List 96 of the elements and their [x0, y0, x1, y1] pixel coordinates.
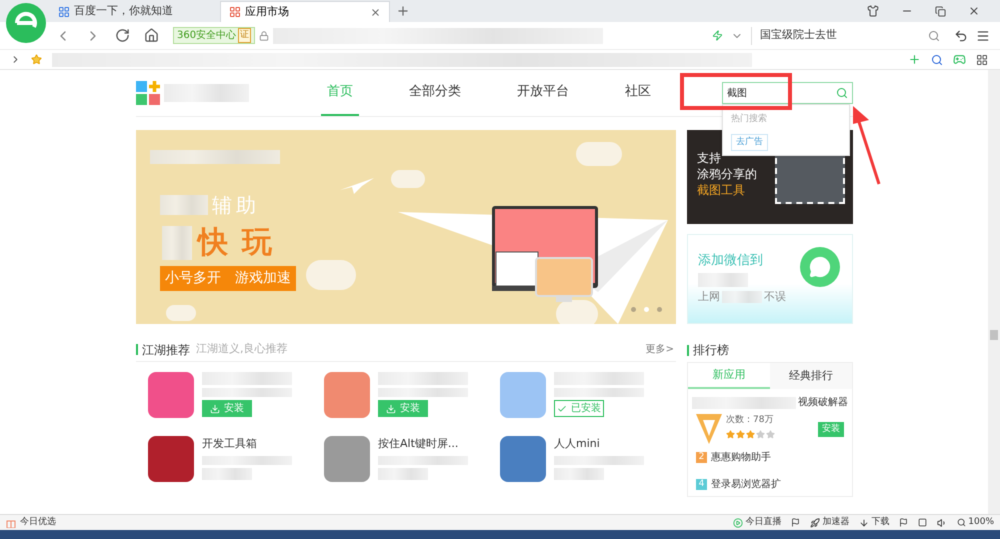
chat-bubble-icon — [809, 256, 831, 278]
search-icon[interactable] — [931, 54, 943, 66]
hot-search-text[interactable]: 国宝级院士去世 — [760, 27, 920, 44]
section-title: 排行榜 — [693, 342, 729, 359]
play-icon — [733, 518, 744, 528]
download-icon — [386, 404, 396, 414]
badge-label: 360安全中心 — [177, 28, 236, 43]
cloud-shape — [306, 260, 356, 290]
blurred-area — [160, 195, 208, 215]
scrollbar-thumb[interactable] — [990, 330, 998, 340]
more-link[interactable]: 更多> — [646, 342, 674, 357]
status-item[interactable]: 加速器 — [810, 516, 850, 530]
tab-favicon-icon — [58, 6, 70, 18]
skin-icon[interactable] — [867, 5, 879, 17]
menu-icon[interactable] — [976, 28, 990, 42]
nav-tab[interactable]: 社区 — [619, 70, 657, 116]
cloud-shape — [556, 300, 598, 324]
app-name[interactable]: 视频破解器 — [798, 395, 848, 410]
apps-grid-icon[interactable] — [976, 54, 988, 66]
volume-icon[interactable] — [937, 518, 948, 528]
banner-subtitle: 辅助 — [212, 192, 260, 219]
ranking-tab[interactable]: 经典排行 — [770, 363, 852, 389]
status-item[interactable]: 下载 — [859, 516, 890, 530]
download-arrow-icon — [859, 518, 870, 528]
ad-text: 上网 — [698, 288, 720, 304]
search-field[interactable]: 截图 — [722, 82, 853, 104]
download-count: 次数：78万 — [726, 414, 774, 427]
close-icon[interactable] — [968, 5, 980, 17]
tag-text: 游戏加速 — [235, 269, 291, 288]
blurred-area — [554, 468, 604, 480]
dropdown-title: 热门搜索 — [731, 113, 768, 126]
check-icon — [557, 404, 567, 414]
cloud-shape — [166, 305, 196, 321]
app-name[interactable]: 按住Alt键时屏... — [378, 436, 488, 452]
app-icon[interactable] — [148, 436, 194, 482]
cloud-shape — [391, 170, 425, 188]
airplane-icon — [340, 176, 374, 194]
ad-text: 添加微信到 — [698, 252, 764, 270]
reload-icon[interactable] — [115, 28, 130, 43]
restore-icon[interactable] — [935, 6, 946, 16]
section-subtitle: 江湖道义,良心推荐 — [196, 341, 288, 358]
blurred-area — [698, 272, 748, 286]
window-icon[interactable] — [918, 518, 928, 527]
favorites-star-icon[interactable] — [31, 54, 42, 65]
blurred-area — [202, 468, 252, 480]
close-icon[interactable] — [370, 6, 381, 18]
download-icon — [210, 404, 220, 414]
nav-tab[interactable]: 全部分类 — [403, 70, 467, 116]
lock-icon — [259, 30, 270, 40]
search-value: 截图 — [727, 86, 748, 100]
search-icon[interactable] — [928, 30, 940, 42]
tag-text: 小号多开 — [165, 269, 221, 288]
blurred-area — [722, 290, 762, 303]
rank-number: 4 — [696, 479, 707, 490]
flag-icon[interactable] — [791, 518, 800, 527]
status-item[interactable]: 今日直播 — [733, 516, 782, 530]
app-store-logo-icon — [136, 81, 160, 105]
ad-text: 涂鸦分享的 — [697, 166, 758, 182]
cloud-shape — [576, 142, 622, 166]
home-icon[interactable] — [144, 28, 159, 43]
ad-highlight-text: 截图工具 — [697, 182, 746, 198]
app-icon[interactable] — [500, 436, 546, 482]
app-name[interactable]: 惠惠购物助手 — [711, 450, 771, 465]
app-name[interactable]: 人人mini — [554, 436, 664, 452]
zoom-level[interactable]: 100% — [957, 516, 994, 530]
blurred-area — [378, 468, 428, 480]
section-title: 江湖推荐 — [142, 342, 190, 358]
gift-icon — [6, 518, 16, 528]
app-icon[interactable] — [324, 436, 370, 482]
tab-favicon-icon — [229, 6, 241, 18]
search-icon[interactable] — [836, 87, 848, 99]
app-icon[interactable] — [148, 372, 194, 418]
banner-headline: 快玩 — [198, 224, 286, 262]
scrollbar[interactable] — [988, 70, 1000, 514]
flag-icon[interactable] — [899, 518, 908, 527]
blurred-area — [162, 226, 192, 260]
tab-title: 应用市场 — [245, 4, 290, 20]
app-name[interactable]: 开发工具箱 — [202, 436, 312, 452]
undo-icon[interactable] — [954, 28, 968, 42]
tab-title: 百度一下，你就知道 — [74, 3, 174, 20]
lightning-icon[interactable] — [712, 30, 723, 41]
ad-text: 不误 — [764, 288, 786, 304]
ad-text: 支持 — [697, 150, 722, 166]
new-tab-icon[interactable] — [396, 4, 410, 18]
zoom-icon — [957, 518, 966, 527]
app-shield-icon — [696, 414, 722, 444]
rank-number: 2 — [696, 452, 707, 463]
add-extension-icon[interactable] — [908, 53, 921, 66]
status-text[interactable]: 今日优选 — [20, 516, 56, 530]
browser-tab[interactable]: 应用市场 — [220, 1, 390, 22]
nav-tab[interactable]: 开放平台 — [511, 70, 575, 116]
cert-mark: 证 — [238, 28, 252, 44]
gamepad-icon[interactable] — [953, 53, 966, 66]
rocket-icon — [810, 518, 820, 528]
app-name[interactable]: 登录易浏览器扩 — [711, 477, 781, 492]
browser-tab[interactable]: 百度一下，你就知道 — [50, 1, 220, 22]
